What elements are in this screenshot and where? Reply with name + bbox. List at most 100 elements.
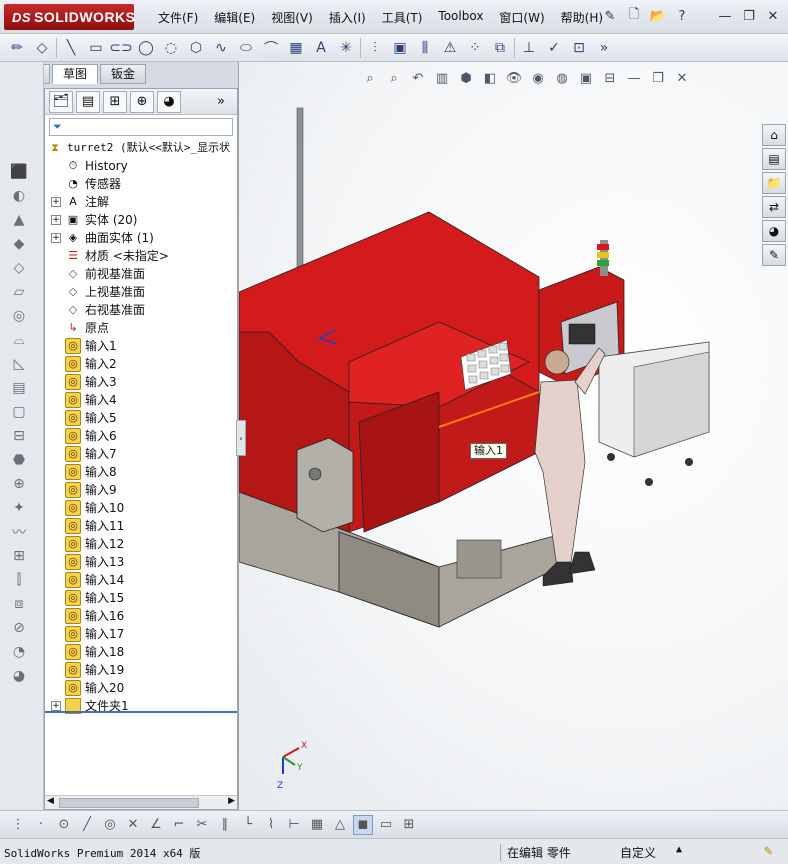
- viewport-restore-icon[interactable]: ❐: [648, 68, 668, 88]
- tree-item[interactable]: ◇ 右视基准面: [51, 301, 237, 319]
- tree-item[interactable]: ◇ 上视基准面: [51, 283, 237, 301]
- pattern-icon[interactable]: ⁘: [464, 37, 486, 59]
- grid-icon[interactable]: ▦: [307, 815, 327, 835]
- import-feature-item[interactable]: ◎ 输入15: [51, 589, 237, 607]
- tab-sketch[interactable]: 草图: [52, 64, 99, 84]
- import-feature-item[interactable]: ◎ 输入1: [51, 337, 237, 355]
- design-library-icon[interactable]: ▤: [762, 148, 786, 170]
- center-circle-icon[interactable]: ⊙: [54, 815, 74, 835]
- scroll-left-icon[interactable]: ◀: [47, 796, 54, 806]
- expand-toggle[interactable]: +: [51, 215, 61, 225]
- rollback-bar[interactable]: [45, 711, 237, 713]
- expand-toggle[interactable]: +: [51, 701, 61, 711]
- fillet-tool-icon[interactable]: ⌓: [8, 330, 30, 350]
- view-orientation-icon[interactable]: ⬢: [456, 68, 476, 88]
- menu-insert[interactable]: 插入(I): [321, 9, 374, 26]
- dimxpert-tab-icon[interactable]: ⊕: [130, 90, 154, 113]
- point-tool-icon[interactable]: ·: [31, 815, 51, 835]
- import-feature-item[interactable]: ◎ 输入18: [51, 643, 237, 661]
- import-feature-item[interactable]: ◎ 输入16: [51, 607, 237, 625]
- menu-toolbox[interactable]: Toolbox: [430, 9, 491, 26]
- shaded-view-icon[interactable]: ◼: [353, 814, 373, 835]
- combine-icon[interactable]: ⧈: [8, 594, 30, 614]
- tree-item[interactable]: ☰ 材质 <未指定>: [51, 247, 237, 265]
- draft-icon[interactable]: ⊟: [8, 426, 30, 446]
- menu-window[interactable]: 窗口(W): [491, 9, 552, 26]
- sketch-fillet-icon[interactable]: ⌐: [169, 815, 189, 835]
- menu-tools[interactable]: 工具(T): [374, 9, 431, 26]
- expand-toggle[interactable]: +: [51, 233, 61, 243]
- instant3d-icon[interactable]: ⊞: [8, 546, 30, 566]
- offset-icon[interactable]: ⫼: [414, 37, 436, 59]
- reference-geometry-icon[interactable]: ✦: [8, 498, 30, 518]
- custom-properties-icon[interactable]: ✎: [762, 244, 786, 266]
- tab-sheet-metal[interactable]: 钣金: [100, 64, 147, 84]
- perimeter-circle-icon[interactable]: ◎: [100, 815, 120, 835]
- import-feature-item[interactable]: ◎ 输入3: [51, 373, 237, 391]
- previous-view-icon[interactable]: ↶: [408, 68, 428, 88]
- trim-icon[interactable]: ⫶: [364, 37, 386, 59]
- solidworks-logo[interactable]: DS SOLIDWORKS: [4, 4, 135, 30]
- chamfer-icon[interactable]: ◺: [8, 354, 30, 374]
- import-feature-item[interactable]: ◎ 输入19: [51, 661, 237, 679]
- zoom-to-fit-icon[interactable]: ⌕: [360, 68, 380, 88]
- more-tools-icon[interactable]: »: [593, 37, 615, 59]
- line-tool-icon[interactable]: ╱: [77, 815, 97, 835]
- help-icon[interactable]: ?: [672, 6, 692, 26]
- parallel-icon[interactable]: ∥: [215, 815, 235, 835]
- close-icon[interactable]: ✕: [762, 6, 784, 26]
- pin-icon[interactable]: ✎: [600, 6, 620, 26]
- tree-item[interactable]: + ▣ 实体 (20): [51, 211, 237, 229]
- viewport-minimize-icon[interactable]: —: [624, 68, 644, 88]
- tree-item[interactable]: + A 注解: [51, 193, 237, 211]
- rib-icon[interactable]: ▤: [8, 378, 30, 398]
- shell-icon[interactable]: ▢: [8, 402, 30, 422]
- view-settings-icon[interactable]: ▣: [576, 68, 596, 88]
- delete-body-icon[interactable]: ⊘: [8, 618, 30, 638]
- horizontal-scrollbar[interactable]: ◀ ▶: [45, 795, 237, 809]
- configuration-manager-tab-icon[interactable]: ⊞: [103, 90, 127, 113]
- rapid-sketch-icon[interactable]: ⊡: [568, 37, 590, 59]
- trim-tool-icon[interactable]: ✂: [192, 815, 212, 835]
- sweep-icon[interactable]: ▲: [8, 210, 30, 230]
- panel-collapse-handle[interactable]: ‹: [236, 420, 246, 456]
- convert-entities-icon[interactable]: ▣: [389, 37, 411, 59]
- open-icon[interactable]: 📂: [648, 6, 668, 26]
- import-feature-item[interactable]: ◎ 输入9: [51, 481, 237, 499]
- import-feature-item[interactable]: ◎ 输入8: [51, 463, 237, 481]
- extrude-icon[interactable]: ⬛: [8, 162, 30, 182]
- split-icon[interactable]: ⫿: [8, 570, 30, 590]
- import-feature-item[interactable]: ◎ 输入10: [51, 499, 237, 517]
- tree-item[interactable]: ◔ 传感器: [51, 175, 237, 193]
- import-feature-item[interactable]: ◎ 输入2: [51, 355, 237, 373]
- move-entities-icon[interactable]: ⧉: [489, 37, 511, 59]
- hole-icon[interactable]: ◎: [8, 306, 30, 326]
- plane-icon[interactable]: ▦: [285, 37, 307, 59]
- triangle-icon[interactable]: △: [330, 815, 350, 835]
- extend-icon[interactable]: ⌇: [261, 815, 281, 835]
- expand-tabs-icon[interactable]: »: [209, 91, 233, 113]
- loft-icon[interactable]: ◆: [8, 234, 30, 254]
- unit-system-selector[interactable]: 自定义: [620, 844, 656, 861]
- sketch-icon[interactable]: ✏: [6, 37, 28, 59]
- display-manager-tab-icon[interactable]: ◕: [157, 90, 181, 113]
- view-triad[interactable]: X Y Z: [277, 741, 307, 791]
- mold-tools-icon[interactable]: ◔: [8, 642, 30, 662]
- quick-tips-icon[interactable]: ✎: [764, 843, 772, 859]
- tree-item[interactable]: + ◈ 曲面实体 (1): [51, 229, 237, 247]
- mirror-icon[interactable]: ⚠: [439, 37, 461, 59]
- zoom-area-icon[interactable]: ⌕: [384, 68, 404, 88]
- home-icon[interactable]: ⌂: [762, 124, 786, 146]
- intersect-icon[interactable]: ⊕: [8, 474, 30, 494]
- view-palette-icon[interactable]: ⇄: [762, 196, 786, 218]
- polygon-icon[interactable]: ⬡: [185, 37, 207, 59]
- dimension-icon[interactable]: ⊢: [284, 815, 304, 835]
- chevron-up-icon[interactable]: ▲: [676, 844, 682, 855]
- boundary-icon[interactable]: ◇: [8, 258, 30, 278]
- model-viewport[interactable]: X Y Z: [239, 62, 788, 810]
- slot-icon[interactable]: ⊂⊃: [109, 37, 132, 59]
- window-split-icon[interactable]: ⊞: [399, 815, 419, 835]
- wrap-icon[interactable]: ⬣: [8, 450, 30, 470]
- new-document-icon[interactable]: 🗋: [624, 6, 644, 26]
- import-feature-item[interactable]: ◎ 输入4: [51, 391, 237, 409]
